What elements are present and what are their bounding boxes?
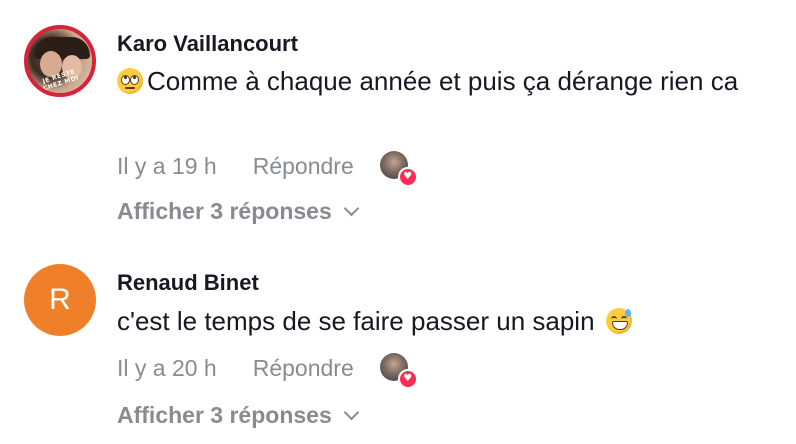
view-replies-button[interactable]: Afficher 3 réponses — [117, 402, 360, 429]
reply-button[interactable]: Répondre — [253, 355, 354, 382]
comment-meta: Il y a 20 h Répondre ♥ — [117, 353, 418, 389]
grinning-face-with-sweat-icon — [605, 308, 632, 334]
avatar[interactable]: R — [24, 264, 96, 336]
avatar-letter: R — [49, 283, 71, 316]
creator-liked-badge: ♥ — [379, 353, 418, 389]
comment-item: R Renaud Binet c'est le temps de se fair… — [0, 0, 796, 444]
chevron-down-icon — [343, 404, 360, 421]
comment-username[interactable]: Renaud Binet — [117, 270, 259, 296]
comment-text: c'est le temps de se faire passer un sap… — [117, 306, 595, 336]
heart-icon: ♥ — [397, 369, 418, 389]
view-replies-label: Afficher 3 réponses — [117, 402, 332, 428]
comment-text-block: c'est le temps de se faire passer un sap… — [117, 302, 787, 340]
comment-timestamp: Il y a 20 h — [117, 354, 217, 381]
